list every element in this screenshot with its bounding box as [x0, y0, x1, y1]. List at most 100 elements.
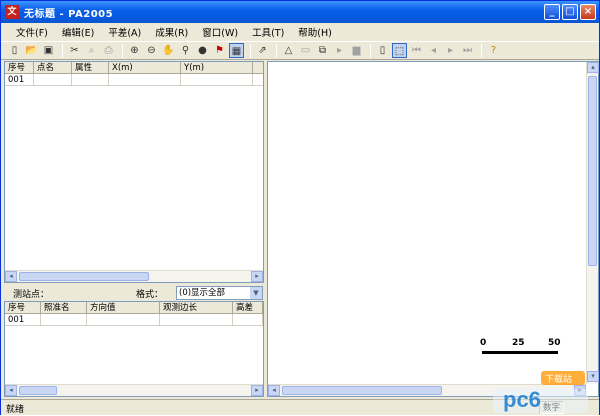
menu-bar: 文件(F) 编辑(E) 平差(A) 成果(R) 窗口(W) 工具(T) 帮助(H… [1, 23, 599, 41]
format-label: 格式： [136, 290, 164, 300]
column-header[interactable]: Y(m) [181, 62, 253, 73]
last-icon[interactable]: ⏭ [460, 43, 475, 58]
play-icon[interactable]: ▸ [332, 43, 347, 58]
toolbar-separator [122, 43, 123, 58]
table-cell[interactable] [181, 74, 253, 85]
vertical-scrollbar[interactable]: ▴ ▾ [586, 62, 599, 384]
table-cell[interactable] [109, 74, 181, 85]
toolbar-separator [481, 43, 482, 58]
print-icon[interactable]: ⎙ [101, 43, 116, 58]
scale-bar: 0 25 50 [480, 338, 562, 358]
first-icon[interactable]: ⏮ [409, 43, 424, 58]
table-cell[interactable] [41, 314, 87, 325]
close-button[interactable]: × [580, 4, 596, 20]
new-file-icon[interactable]: ▯ [7, 43, 22, 58]
flag-icon[interactable]: ⚑ [212, 43, 227, 58]
zoom-window-icon[interactable]: ⚲ [178, 43, 193, 58]
scroll-up-icon[interactable]: ▴ [587, 62, 599, 73]
menu-file[interactable]: 文件(F) [9, 25, 55, 39]
scroll-left-icon[interactable]: ◂ [5, 385, 17, 396]
column-header[interactable]: 序号 [5, 302, 41, 313]
scroll-down-icon[interactable]: ▾ [587, 371, 599, 382]
menu-help[interactable]: 帮助(H) [291, 25, 339, 39]
scroll-thumb[interactable] [588, 76, 597, 266]
chart-icon[interactable]: ▆ [349, 43, 364, 58]
table-cell[interactable]: 001 [5, 74, 34, 85]
table-cell[interactable]: 001 [5, 314, 41, 325]
open-file-icon[interactable]: 📂 [24, 43, 39, 58]
table-cell[interactable] [160, 314, 233, 325]
triangle-icon[interactable]: △ [281, 43, 296, 58]
zoom-out-icon[interactable]: ⊖ [144, 43, 159, 58]
table-cell[interactable] [87, 314, 160, 325]
print-preview-icon[interactable]: ⌕ [84, 43, 99, 58]
scroll-right-icon[interactable]: ▸ [251, 385, 263, 396]
table-row[interactable]: 001 [5, 74, 263, 86]
zoom-in-icon[interactable]: ⊕ [127, 43, 142, 58]
save-icon[interactable]: ▣ [41, 43, 56, 58]
grid-view-icon[interactable]: ▦ [229, 43, 244, 58]
scroll-thumb[interactable] [282, 386, 442, 395]
station-label: 测站点： [13, 290, 50, 300]
toolbar: ▯ 📂 ▣ ✂ ⌕ ⎙ ⊕ ⊖ ✋ ⚲ ● ⚑ ▦ ⇗ △ ▭ ⧉ ▸ ▆ ▯ … [1, 41, 599, 60]
table-cell[interactable] [233, 314, 263, 325]
format-select[interactable]: (0)显示全部 ▼ [176, 286, 263, 300]
column-header[interactable]: 高差 [233, 302, 263, 313]
tools-icon[interactable]: ✂ [67, 43, 82, 58]
column-header[interactable]: 照准名 [41, 302, 87, 313]
title-bar[interactable]: 文 无标题 - PA2005 _ □ × [1, 1, 599, 23]
column-header[interactable]: 方向值 [87, 302, 160, 313]
toolbar-separator [276, 43, 277, 58]
menu-tools[interactable]: 工具(T) [245, 25, 291, 39]
scroll-right-icon[interactable]: ▸ [251, 271, 263, 282]
column-header[interactable]: 属性 [72, 62, 109, 73]
scroll-thumb[interactable] [19, 272, 149, 281]
scroll-left-icon[interactable]: ◂ [5, 271, 17, 282]
menu-edit[interactable]: 编辑(E) [55, 25, 101, 39]
points-table-pane: 序号 点名 属性 X(m) Y(m) 001 ◂ ▸ [4, 61, 264, 283]
help-icon[interactable]: ? [486, 43, 501, 58]
watermark-sub: 下载站 [545, 373, 572, 385]
toolbar-separator [62, 43, 63, 58]
horizontal-scrollbar[interactable]: ◂ ▸ [5, 270, 263, 282]
column-header[interactable]: 点名 [34, 62, 72, 73]
globe-icon[interactable]: ● [195, 43, 210, 58]
drawing-view[interactable]: ▴ ▾ ◂ ▸ 0 25 50 [267, 61, 599, 397]
select-icon[interactable]: ⬚ [392, 43, 407, 58]
menu-window[interactable]: 窗口(W) [195, 25, 245, 39]
format-value: (0)显示全部 [179, 288, 226, 298]
table-cell[interactable] [34, 74, 72, 85]
scale-label: 50 [548, 338, 561, 348]
column-header[interactable]: 观测边长 [160, 302, 233, 313]
table-cell[interactable] [72, 74, 109, 85]
horizontal-scrollbar[interactable]: ◂ ▸ [5, 384, 263, 396]
network-icon[interactable]: ⧉ [315, 43, 330, 58]
scroll-thumb[interactable] [19, 386, 57, 395]
prev-icon[interactable]: ◂ [426, 43, 441, 58]
column-header[interactable]: X(m) [109, 62, 181, 73]
folder-icon[interactable]: ▭ [298, 43, 313, 58]
export-icon[interactable]: ⇗ [255, 43, 270, 58]
watermark-brand: pc6 [503, 387, 541, 412]
scale-label: 25 [512, 338, 525, 348]
pc6-watermark-logo: pc6 下载站 [493, 369, 588, 413]
toolbar-separator [250, 43, 251, 58]
maximize-button[interactable]: □ [562, 4, 578, 20]
menu-results[interactable]: 成果(R) [148, 25, 195, 39]
window-title: 无标题 - PA2005 [24, 8, 114, 20]
chevron-down-icon[interactable]: ▼ [250, 287, 262, 299]
pan-hand-icon[interactable]: ✋ [161, 43, 176, 58]
scale-bar-line [482, 351, 558, 354]
next-icon[interactable]: ▸ [443, 43, 458, 58]
page-icon[interactable]: ▯ [375, 43, 390, 58]
scroll-left-icon[interactable]: ◂ [268, 385, 280, 396]
app-window: 文 无标题 - PA2005 _ □ × 文件(F) 编辑(E) 平差(A) 成… [0, 0, 600, 415]
menu-adjust[interactable]: 平差(A) [101, 25, 148, 39]
scale-label: 0 [480, 338, 487, 348]
watermark-graphic: pc6 下载站 [493, 371, 588, 413]
toolbar-separator [370, 43, 371, 58]
minimize-button[interactable]: _ [544, 4, 560, 20]
table-row[interactable]: 001 [5, 314, 263, 326]
column-header[interactable]: 序号 [5, 62, 34, 73]
station-bar: 测站点： 格式： (0)显示全部 ▼ [4, 286, 264, 302]
